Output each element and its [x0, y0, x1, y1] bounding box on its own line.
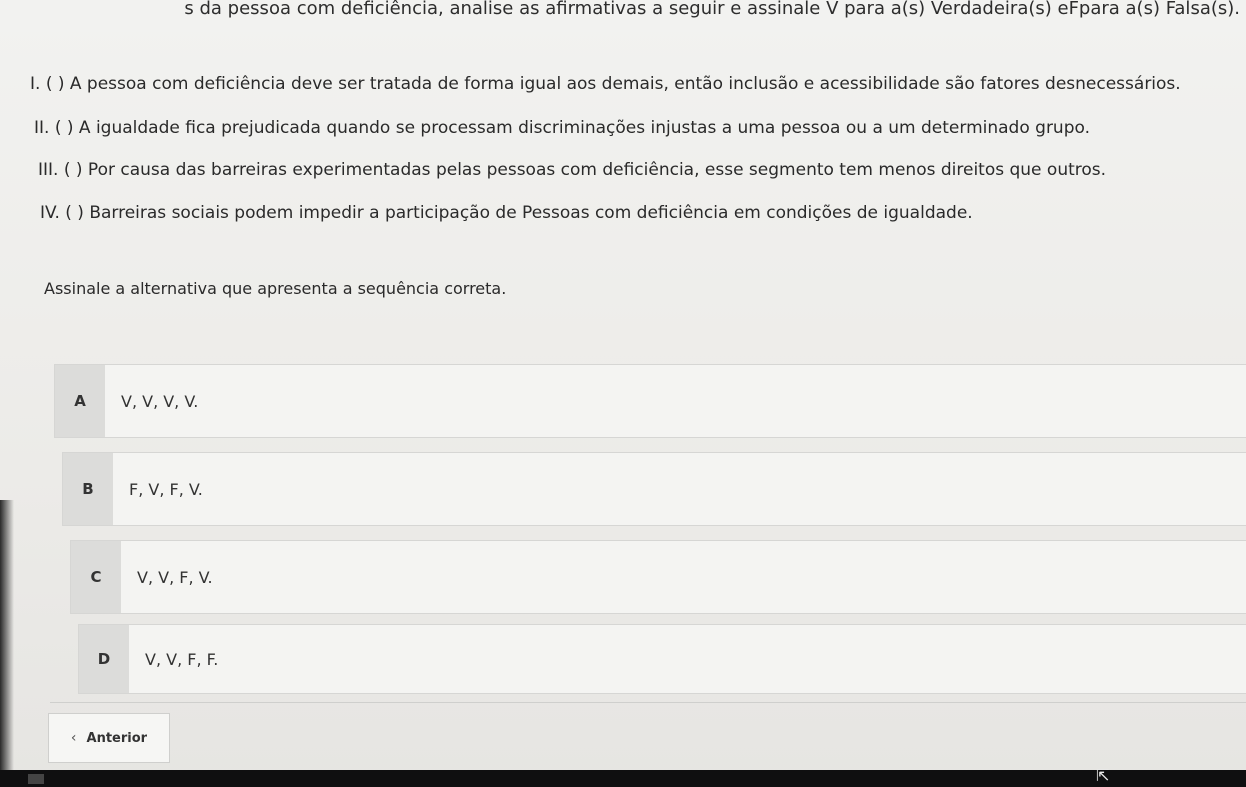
statement-3: III. ( ) Por causa das barreiras experim… — [38, 160, 1107, 180]
question-instruction: Assinale a alternativa que apresenta a s… — [44, 279, 507, 298]
option-letter: D — [79, 625, 129, 693]
mouse-cursor-icon: ⇱ — [1096, 766, 1110, 785]
quiz-page: s da pessoa com deficiência, analise as … — [0, 0, 1246, 787]
statement-1: I. ( ) A pessoa com deficiência deve ser… — [30, 74, 1181, 94]
content-divider — [50, 702, 1246, 703]
question-header-text: s da pessoa com deficiência, analise as … — [184, 0, 1240, 19]
option-a[interactable]: A V, V, V, V. — [54, 364, 1246, 438]
option-c[interactable]: C V, V, F, V. — [70, 540, 1246, 614]
option-text: F, V, F, V. — [129, 479, 203, 499]
option-letter: C — [71, 541, 121, 613]
option-d[interactable]: D V, V, F, F. — [78, 624, 1246, 694]
option-text: V, V, V, V. — [121, 391, 199, 411]
option-text: V, V, F, V. — [137, 567, 213, 587]
screen-edge-shadow — [0, 500, 14, 770]
previous-button-label: Anterior — [86, 730, 148, 746]
previous-button[interactable]: ‹ Anterior — [48, 713, 170, 763]
taskbar-start-icon[interactable] — [28, 774, 44, 784]
option-letter: B — [63, 453, 113, 525]
chevron-left-icon: ‹ — [70, 730, 77, 746]
os-taskbar: ⇱ — [0, 766, 1246, 787]
statement-4: IV. ( ) Barreiras sociais podem impedir … — [40, 203, 973, 223]
question-header: s da pessoa com deficiência, analise as … — [0, 0, 1246, 32]
option-text: V, V, F, F. — [145, 649, 219, 669]
statement-2: II. ( ) A igualdade fica prejudicada qua… — [34, 118, 1091, 138]
option-b[interactable]: B F, V, F, V. — [62, 452, 1246, 526]
option-letter: A — [55, 365, 105, 437]
